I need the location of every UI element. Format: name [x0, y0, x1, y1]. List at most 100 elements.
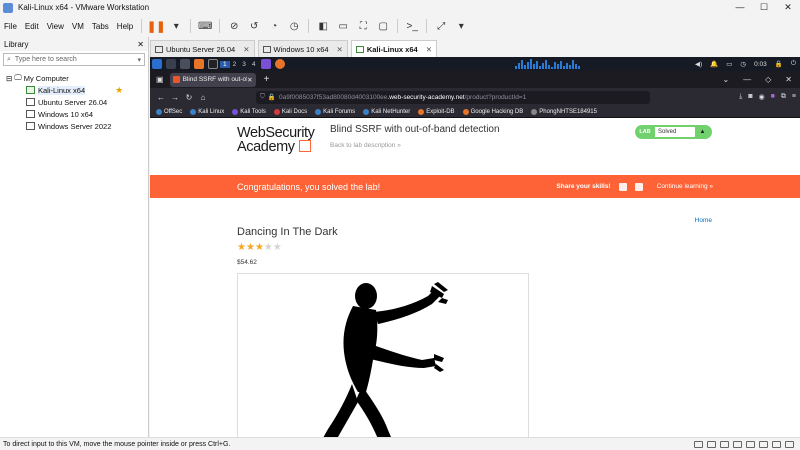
close-browser-button[interactable]: ✕ [785, 75, 792, 84]
close-tab-icon[interactable]: ✕ [337, 45, 343, 54]
menu-help[interactable]: Help [113, 22, 137, 31]
firefox-launcher-icon[interactable] [194, 59, 204, 69]
bookmark-offsec[interactable]: OffSec [156, 108, 182, 115]
shield-icon[interactable]: ⛉ [260, 93, 265, 101]
snapshot-clock-icon[interactable]: ◷ [286, 18, 302, 34]
tree-item-kali[interactable]: Kali-Linux x64 ★ [4, 84, 148, 96]
collapse-icon[interactable]: ⊟ [6, 74, 14, 83]
snapshot-icon[interactable]: ⊘ [226, 18, 242, 34]
chevron-down-icon[interactable]: ▾ [137, 56, 141, 64]
list-all-tabs-icon[interactable]: ▣ [156, 75, 164, 84]
tree-root-my-computer[interactable]: ⊟ 🖵 My Computer [4, 72, 148, 84]
vm-display[interactable]: 1 2 3 4 ◀) 🔔 ▭ ◷ 0:03 🔒 ⏻ ▣ Blind SSRF w… [150, 57, 800, 437]
browser-tab[interactable]: Blind SSRF with out-of-b ✕ [169, 72, 256, 87]
menu-file[interactable]: File [0, 22, 21, 31]
close-tab-icon[interactable]: ✕ [426, 45, 432, 54]
dropdown-arrow-icon[interactable]: ▾ [453, 18, 469, 34]
minimize-button[interactable]: — [728, 0, 752, 15]
bookmark-kali-docs[interactable]: Kali Docs [273, 108, 307, 115]
favorite-star-icon[interactable]: ★ [115, 85, 123, 96]
bookmark-kali-tools[interactable]: Kali Tools [232, 108, 266, 115]
minimize-browser-button[interactable]: — [743, 75, 751, 84]
kali-menu-icon[interactable] [152, 59, 162, 69]
firefox-window-icon[interactable] [274, 59, 285, 69]
bookmark-ghdb[interactable]: Google Hacking DB [462, 108, 523, 115]
cd-drive-icon[interactable] [707, 440, 716, 448]
usb-icon[interactable] [733, 440, 742, 448]
menu-vm[interactable]: VM [68, 22, 88, 31]
close-tab-icon[interactable]: ✕ [243, 45, 249, 54]
tab-ubuntu-server[interactable]: Ubuntu Server 26.04 ✕ [150, 40, 255, 57]
hard-disk-icon[interactable] [694, 440, 703, 448]
stretch-guest-icon[interactable]: ⤢ [433, 18, 449, 34]
workspace-3[interactable]: 3 [239, 61, 249, 68]
message-icon[interactable] [785, 440, 794, 448]
menu-hamburger-icon[interactable]: ≡ [792, 93, 796, 101]
show-library-icon[interactable]: ◧ [315, 18, 331, 34]
account-icon[interactable]: ◉ [759, 93, 765, 101]
terminal-launcher-icon[interactable] [208, 59, 218, 69]
menu-edit[interactable]: Edit [21, 22, 43, 31]
workspace-1[interactable]: 1 [220, 60, 230, 68]
volume-icon[interactable]: ◀) [695, 60, 702, 68]
dropdown-arrow-icon[interactable]: ▾ [168, 18, 184, 34]
new-tab-button[interactable]: + [264, 74, 270, 85]
sound-card-icon[interactable] [746, 440, 755, 448]
show-desktop-icon[interactable] [166, 59, 176, 69]
back-to-lab-link[interactable]: Back to lab description » [330, 142, 401, 149]
bookmark-phongnhtse[interactable]: PhongNHTSE184915 [531, 108, 597, 115]
url-bar[interactable]: ⛉ 🔒 0a9f0085037f53ad80080d4003100ee .web… [256, 90, 650, 104]
file-manager-icon[interactable] [180, 59, 190, 69]
bookmark-kali-forums[interactable]: Kali Forums [315, 108, 355, 115]
download-icon[interactable]: ⤓ [739, 93, 742, 101]
home-link[interactable]: Home [695, 217, 712, 224]
screenshot-icon[interactable]: ⧉ [781, 93, 786, 101]
library-search-input[interactable]: ⌕ Type here to search ▾ [3, 53, 145, 66]
menu-tabs[interactable]: Tabs [88, 22, 113, 31]
battery-icon[interactable]: ▭ [726, 60, 732, 68]
suspend-vm-button[interactable]: ❚❚ [147, 18, 165, 34]
tab-windows-10[interactable]: Windows 10 x64 ✕ [257, 40, 348, 57]
pocket-icon[interactable]: ◙ [748, 93, 752, 101]
panel-clock[interactable]: 0:03 [754, 61, 767, 68]
menu-view[interactable]: View [43, 22, 68, 31]
linkedin-icon[interactable] [634, 182, 643, 191]
display-icon[interactable] [772, 440, 781, 448]
back-arrow-icon[interactable]: ← [154, 93, 168, 102]
tree-item-windows-server[interactable]: Windows Server 2022 [4, 120, 148, 132]
lock-icon[interactable]: 🔒 [775, 60, 783, 68]
bookmark-kali-nethunter[interactable]: Kali NetHunter [363, 108, 410, 115]
web-security-academy-logo[interactable]: WebSecurity Academy [237, 126, 315, 155]
continue-learning-link[interactable]: Continue learning » [657, 183, 713, 190]
reload-icon[interactable]: ↻ [182, 93, 196, 102]
workspace-2[interactable]: 2 [230, 61, 240, 68]
snapshot-manager-icon[interactable]: ◔ [266, 18, 282, 34]
console-view-icon[interactable]: >_ [404, 18, 420, 34]
extension-icon[interactable]: ■ [771, 93, 775, 101]
burp-suite-icon[interactable] [260, 59, 271, 69]
maximize-browser-button[interactable]: ◇ [765, 75, 771, 84]
close-library-button[interactable]: ✕ [137, 40, 144, 49]
bookmark-kali-linux[interactable]: Kali Linux [190, 108, 224, 115]
thumbnail-bar-icon[interactable]: ▭ [335, 18, 351, 34]
revert-snapshot-icon[interactable]: ↺ [246, 18, 262, 34]
tree-item-ubuntu[interactable]: Ubuntu Server 26.04 [4, 96, 148, 108]
unity-icon[interactable]: ▢ [375, 18, 391, 34]
notifications-icon[interactable]: 🔔 [710, 60, 718, 68]
send-ctrl-alt-del-icon[interactable]: ⌨ [197, 18, 213, 34]
close-window-button[interactable]: ✕ [776, 0, 800, 15]
workspace-4[interactable]: 4 [249, 61, 259, 68]
network-adapter-icon[interactable] [720, 440, 729, 448]
lock-icon[interactable]: 🔒 [268, 93, 276, 101]
tree-item-windows-10[interactable]: Windows 10 x64 [4, 108, 148, 120]
bookmark-exploit-db[interactable]: Exploit-DB [418, 108, 455, 115]
full-screen-icon[interactable]: ⛶ [355, 18, 371, 34]
chevron-down-icon[interactable]: ⌄ [722, 75, 729, 84]
power-icon[interactable]: ⏻ [791, 60, 796, 68]
tab-kali-linux[interactable]: Kali-Linux x64 ✕ [350, 40, 437, 57]
maximize-button[interactable]: ☐ [752, 0, 776, 15]
printer-icon[interactable] [759, 440, 768, 448]
home-icon[interactable]: ⌂ [196, 93, 210, 102]
twitter-icon[interactable] [618, 182, 627, 191]
forward-arrow-icon[interactable]: → [168, 93, 182, 102]
